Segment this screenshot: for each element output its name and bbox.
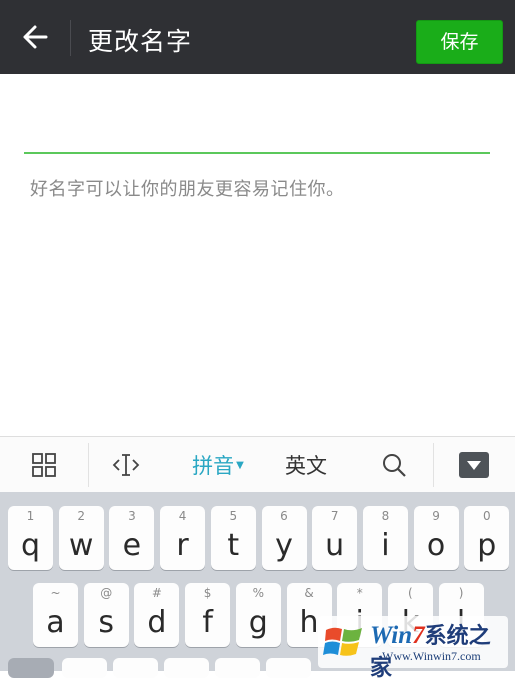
key-secondary-label: 0: [482, 509, 491, 523]
key-partial[interactable]: [62, 658, 107, 678]
key-label: s: [98, 605, 114, 640]
name-hint: 好名字可以让你的朋友更容易记住你。: [30, 179, 345, 200]
page-title: 更改名字: [88, 27, 193, 56]
key-secondary-label: @: [100, 586, 113, 600]
key-partial[interactable]: [164, 658, 209, 678]
english-mode-button[interactable]: 英文: [270, 437, 342, 493]
text-cursor-icon: [112, 454, 140, 476]
key-secondary-label: 6: [280, 509, 288, 523]
key-secondary-label: ~: [50, 586, 61, 600]
key-label: i: [381, 528, 390, 563]
key-o[interactable]: 9o: [413, 506, 459, 570]
name-input[interactable]: [24, 108, 490, 154]
key-u[interactable]: 7u: [312, 506, 358, 570]
back-button[interactable]: [22, 24, 48, 50]
key-label: p: [477, 528, 497, 563]
key-partial[interactable]: [266, 658, 311, 678]
key-label: f: [202, 605, 213, 640]
key-secondary-label: &: [304, 586, 314, 600]
key-t[interactable]: 5t: [210, 506, 256, 570]
key-label: a: [46, 605, 65, 640]
header-divider: [70, 20, 71, 56]
key-label: o: [426, 528, 446, 563]
search-button[interactable]: [364, 437, 424, 493]
grid-icon: [32, 453, 56, 477]
toolbar-separator: [88, 443, 89, 487]
save-button[interactable]: 保存: [416, 20, 503, 64]
caret-down-icon: ▼: [236, 459, 244, 471]
windows-logo-icon: [323, 627, 362, 656]
key-label: u: [325, 528, 345, 563]
key-secondary-label: $: [203, 586, 212, 600]
key-f[interactable]: $ f: [185, 583, 231, 647]
top-app-bar: 更改名字 保存: [0, 0, 515, 74]
key-secondary-label: 7: [330, 509, 339, 523]
pinyin-mode-button[interactable]: 拼音 ▼: [178, 437, 258, 493]
key-label: y: [275, 528, 293, 563]
key-p[interactable]: 0p: [464, 506, 510, 570]
grid-menu-button[interactable]: [14, 437, 74, 493]
key-secondary-label: %: [252, 586, 264, 600]
key-secondary-label: 1: [26, 509, 35, 523]
key-a[interactable]: ~ a: [33, 583, 78, 647]
key-partial[interactable]: [215, 658, 260, 678]
keyboard-hide-icon: [459, 452, 489, 478]
key-label: t: [227, 528, 240, 563]
key-label: d: [147, 605, 167, 640]
english-label: 英文: [285, 454, 327, 478]
key-w[interactable]: 2w: [58, 506, 104, 570]
key-i[interactable]: 8i: [362, 506, 408, 570]
pinyin-label: 拼音: [192, 454, 235, 478]
key-e[interactable]: 3e: [109, 506, 155, 570]
key-g[interactable]: % g: [235, 583, 281, 647]
keyboard-toolbar: 拼音 ▼ 英文: [0, 436, 515, 493]
key-secondary-label: *: [356, 586, 363, 600]
key-secondary-label: #: [151, 586, 162, 600]
key-secondary-label: (: [408, 586, 413, 600]
toolbar-separator: [433, 443, 434, 487]
hide-keyboard-button[interactable]: [446, 437, 502, 493]
key-secondary-label: 3: [128, 509, 136, 523]
key-secondary-label: 2: [77, 509, 85, 523]
search-icon: [383, 454, 406, 477]
key-secondary-label: ): [458, 586, 464, 600]
arrow-left-icon: [23, 25, 48, 49]
cursor-move-button[interactable]: [96, 437, 156, 493]
shift-key[interactable]: [8, 658, 54, 678]
key-secondary-label: 5: [229, 509, 238, 523]
key-y[interactable]: 6y: [261, 506, 307, 570]
key-label: r: [176, 528, 189, 563]
key-secondary-label: 4: [178, 509, 187, 523]
key-d[interactable]: # d: [134, 583, 180, 647]
key-label: w: [68, 528, 94, 563]
key-q[interactable]: 1q: [8, 506, 53, 570]
key-label: q: [20, 528, 41, 563]
watermark-url: Www.Winwin7.com: [382, 649, 481, 663]
key-label: g: [248, 605, 268, 640]
key-secondary-label: 8: [381, 509, 390, 523]
watermark: Win7系统之家 Www.Winwin7.com: [318, 616, 508, 681]
key-partial[interactable]: [113, 658, 158, 678]
key-s[interactable]: @ s: [83, 583, 129, 647]
key-r[interactable]: 4r: [160, 506, 206, 570]
key-secondary-label: 9: [432, 509, 440, 523]
key-label: e: [122, 528, 142, 563]
